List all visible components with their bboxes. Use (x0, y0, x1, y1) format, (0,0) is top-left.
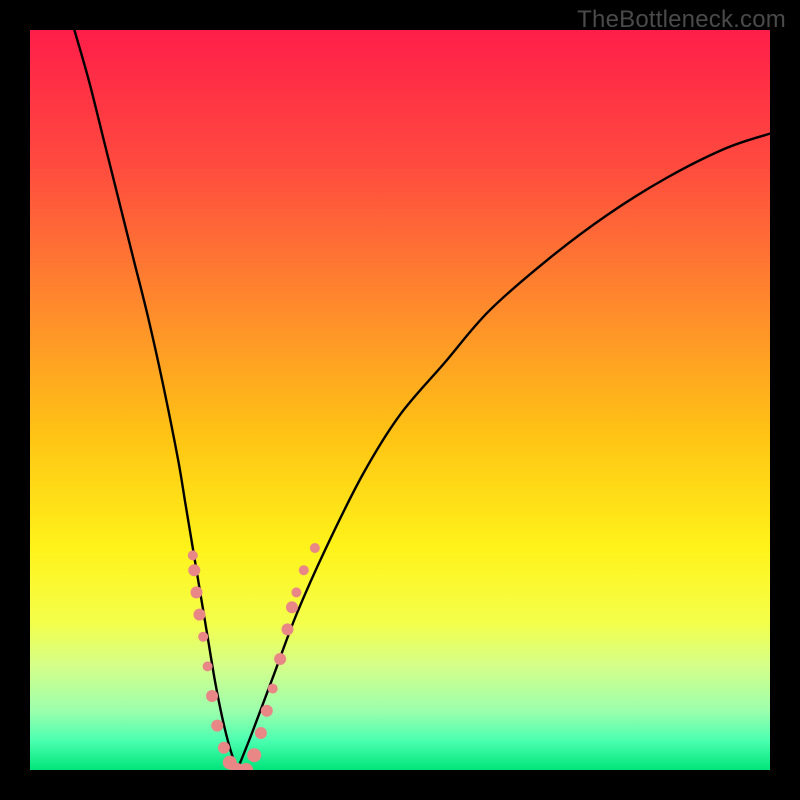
scatter-dot (188, 564, 200, 576)
scatter-dot (198, 632, 208, 642)
scatter-dot (247, 748, 261, 762)
scatter-dot (274, 653, 286, 665)
chart-frame: TheBottleneck.com (0, 0, 800, 800)
scatter-dot (218, 742, 230, 754)
scatter-dot (193, 609, 205, 621)
scatter-dot (203, 661, 213, 671)
scatter-dot (188, 550, 198, 560)
scatter-dot (211, 720, 223, 732)
plot-area (30, 30, 770, 770)
scatter-dot (310, 543, 320, 553)
scatter-dot (299, 565, 309, 575)
scatter-dot (191, 586, 203, 598)
chart-svg (30, 30, 770, 770)
gradient-background (30, 30, 770, 770)
scatter-dot (282, 623, 294, 635)
scatter-dot (286, 601, 298, 613)
scatter-dot (255, 727, 267, 739)
scatter-dot (268, 684, 278, 694)
watermark-text: TheBottleneck.com (577, 6, 786, 34)
scatter-dot (291, 587, 301, 597)
scatter-dot (206, 690, 218, 702)
scatter-dot (261, 705, 273, 717)
